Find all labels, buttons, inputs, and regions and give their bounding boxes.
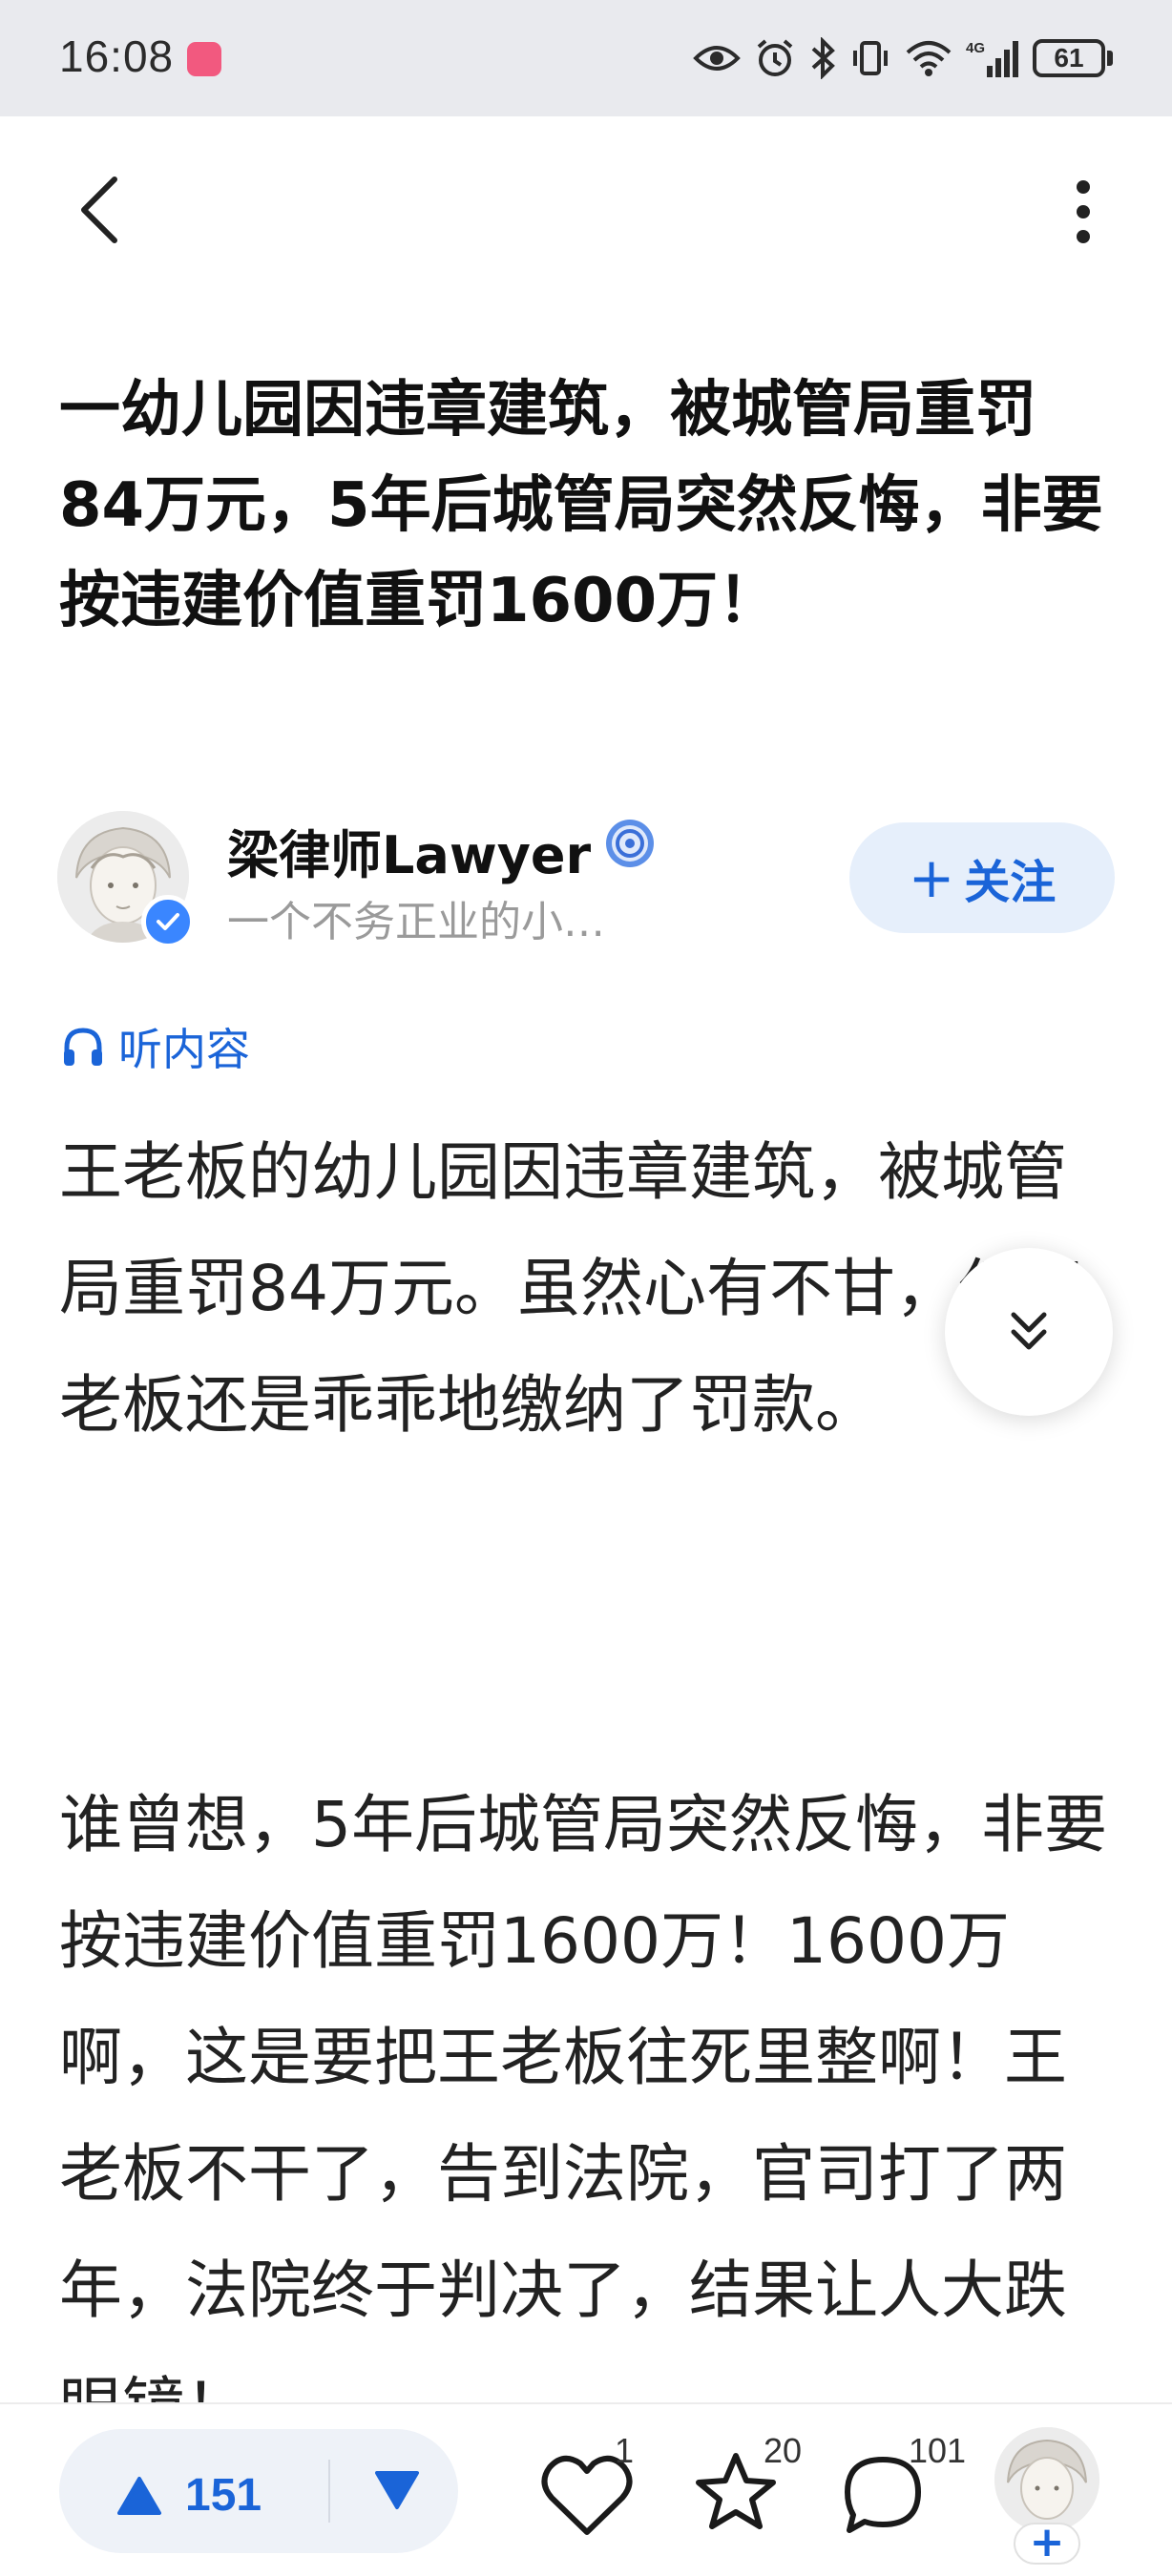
back-button[interactable] <box>69 168 136 254</box>
bottom-action-bar: 151 1 20 101 + <box>0 2402 1172 2576</box>
like-button[interactable]: 1 <box>534 2431 659 2555</box>
favorite-button[interactable]: 20 <box>683 2431 807 2555</box>
follow-label: 关注 <box>964 856 1057 909</box>
follow-plus-button[interactable]: + <box>1014 2522 1080 2565</box>
signal-4g-icon: 4G <box>966 40 1018 77</box>
article-paragraph: 谁曾想，5年后城管局突然反悔，非要按违建价值重罚1600万！1600万啊，这是要… <box>59 1788 1107 2443</box>
follow-button[interactable]: + 关注 <box>849 822 1115 933</box>
downvote-button[interactable] <box>374 2469 420 2515</box>
status-bar: 16:08 4G 61 <box>0 0 1172 116</box>
creator-badge-icon <box>606 820 654 867</box>
chevron-left-icon <box>81 177 117 243</box>
author-description: 一个不务正业的小… <box>227 898 605 946</box>
wifi-icon <box>906 41 952 76</box>
verified-badge-icon <box>141 895 195 948</box>
vibrate-icon <box>853 41 888 75</box>
comment-count: 101 <box>909 2431 967 2470</box>
author-avatar[interactable] <box>57 811 195 948</box>
svg-text:4G: 4G <box>966 40 985 56</box>
vote-pill: 151 <box>59 2429 458 2553</box>
scroll-down-button[interactable] <box>945 1248 1113 1416</box>
follow-plus-icon: + <box>908 845 955 910</box>
article-page: 16:08 4G 61 一幼儿园因违章建筑，被城管局重罚84万元，5年后城管局突… <box>0 0 1172 2576</box>
battery-indicator: 61 <box>1033 39 1105 77</box>
headphones-icon <box>64 1028 102 1066</box>
article-title: 一幼儿园因违章建筑，被城管局重罚84万元，5年后城管局突然反悔，非要按违建价值重… <box>59 375 1103 636</box>
author-mini-avatar[interactable] <box>994 2427 1099 2532</box>
eye-icon <box>693 46 741 71</box>
upvote-button[interactable]: 151 <box>116 2469 262 2522</box>
alarm-icon <box>757 39 793 76</box>
more-vertical-icon <box>1077 180 1090 243</box>
author-name[interactable]: 梁律师Lawyer <box>227 813 591 888</box>
favorite-count: 20 <box>764 2431 803 2470</box>
bluetooth-icon <box>811 37 835 79</box>
listen-label: 听内容 <box>118 1024 250 1075</box>
comment-button[interactable]: 101 <box>830 2431 966 2555</box>
vote-divider <box>328 2460 330 2523</box>
battery-tip <box>1107 51 1113 66</box>
status-icons: 4G 61 <box>693 32 1113 84</box>
double-chevron-down-icon <box>1011 1312 1047 1350</box>
status-time: 16:08 <box>59 31 175 81</box>
listen-button[interactable]: 听内容 <box>61 1015 250 1078</box>
bilibili-app-icon <box>187 42 221 76</box>
more-button[interactable] <box>1059 177 1107 254</box>
triangle-up-icon <box>117 2476 161 2515</box>
triangle-down-icon <box>375 2471 419 2509</box>
like-count: 1 <box>615 2431 635 2470</box>
upvote-count: 151 <box>185 2470 262 2521</box>
